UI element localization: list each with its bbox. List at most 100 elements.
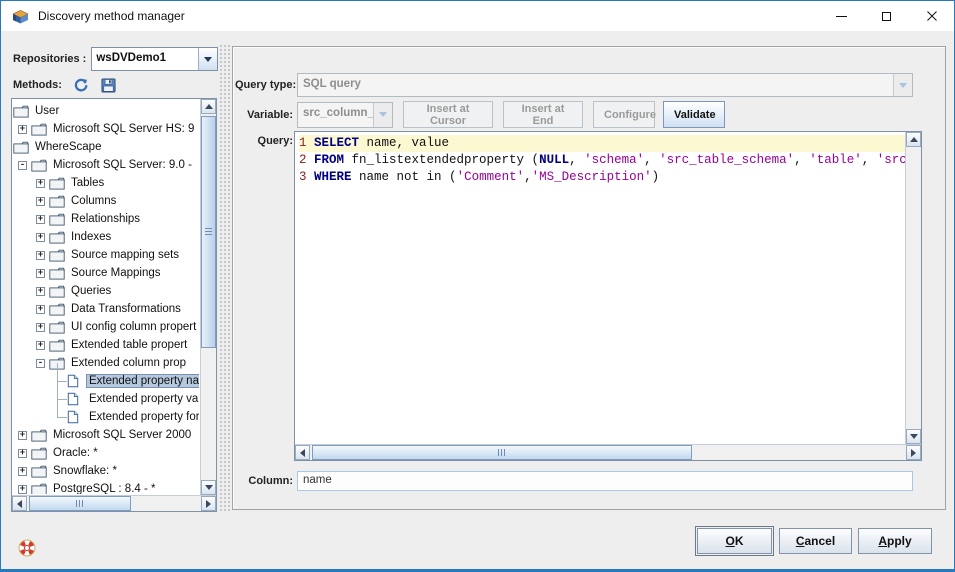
code-token: 'src_ xyxy=(877,153,905,167)
tree-item[interactable]: +Columns xyxy=(13,192,199,210)
tree-item[interactable]: -Microsoft SQL Server: 9.0 - xyxy=(13,156,199,174)
split-pane-divider[interactable] xyxy=(219,44,231,513)
minimize-button[interactable] xyxy=(819,1,864,31)
tree-item[interactable]: +PostgreSQL : 8.4 - * xyxy=(13,480,199,494)
collapse-toggle-icon[interactable]: - xyxy=(18,161,27,170)
expand-toggle-icon[interactable]: + xyxy=(36,287,45,296)
chevron-down-icon[interactable] xyxy=(198,48,217,70)
collapse-toggle-icon[interactable]: - xyxy=(36,359,45,368)
expand-toggle-icon[interactable]: + xyxy=(36,179,45,188)
tree-item[interactable]: +Source Mappings xyxy=(13,264,199,282)
insert-at-end-button[interactable]: Insert at End xyxy=(503,101,583,128)
expand-toggle-icon[interactable]: + xyxy=(18,431,27,440)
tree-item[interactable]: +Indexes xyxy=(13,228,199,246)
expand-toggle-icon[interactable]: + xyxy=(36,269,45,278)
scroll-right-button[interactable] xyxy=(201,496,216,511)
tree-item-label: Extended property format xyxy=(87,411,199,423)
expand-toggle-icon[interactable]: + xyxy=(36,323,45,332)
expand-toggle-icon[interactable]: + xyxy=(18,449,27,458)
tree-item[interactable]: +Microsoft SQL Server HS: 9 xyxy=(13,120,199,138)
apply-button-label: Apply xyxy=(878,534,911,548)
title-bar[interactable]: Discovery method manager xyxy=(1,1,954,31)
expand-toggle-icon[interactable]: + xyxy=(36,341,45,350)
code-token: name not in ( xyxy=(352,170,457,184)
tree-item[interactable]: +Data Transformations xyxy=(13,300,199,318)
insert-at-cursor-button[interactable]: Insert at Cursor xyxy=(403,101,493,128)
tree-item[interactable]: +Extended table propert xyxy=(13,336,199,354)
folder-icon xyxy=(49,338,66,352)
repositories-value: wsDVDemo1 xyxy=(92,48,198,70)
expand-toggle-icon[interactable]: + xyxy=(18,485,27,494)
code-token: name, value xyxy=(359,136,449,150)
refresh-methods-button[interactable] xyxy=(72,76,90,94)
scroll-right-button[interactable] xyxy=(906,445,921,460)
variable-row: Variable: src_column_name Insert at Curs… xyxy=(235,101,725,128)
line-number: 3 xyxy=(299,170,314,184)
tree-item-label: WhereScape xyxy=(33,141,103,153)
maximize-button[interactable] xyxy=(864,1,909,31)
scroll-down-button[interactable] xyxy=(906,429,921,444)
tree-item[interactable]: WhereScape xyxy=(13,138,199,156)
editor-hscroll-thumb[interactable] xyxy=(312,445,692,460)
tree-item[interactable]: +Oracle: * xyxy=(13,444,199,462)
tree-vscroll-thumb[interactable] xyxy=(201,116,216,348)
help-button[interactable] xyxy=(18,539,36,557)
editor-vertical-scrollbar[interactable] xyxy=(905,132,921,444)
variable-combobox[interactable]: src_column_name xyxy=(297,102,393,128)
expand-toggle-icon[interactable]: + xyxy=(36,233,45,242)
column-label: Column: xyxy=(235,475,293,487)
close-button[interactable] xyxy=(909,1,954,31)
tree-item[interactable]: +Microsoft SQL Server 2000 xyxy=(13,426,199,444)
tree-item[interactable]: Extended property value xyxy=(13,390,199,408)
methods-tree: User+Microsoft SQL Server HS: 9 WhereScap… xyxy=(13,100,199,494)
ok-button[interactable]: OK xyxy=(697,528,772,554)
expand-toggle-icon[interactable]: + xyxy=(36,215,45,224)
dialog-content: Repositories : wsDVDemo1 Methods: xyxy=(1,31,954,569)
chevron-down-icon xyxy=(893,74,912,96)
sql-code[interactable]: 1 SELECT name, value2 FROM fn_listextend… xyxy=(296,133,905,444)
expand-toggle-icon[interactable]: + xyxy=(36,251,45,260)
scroll-left-button[interactable] xyxy=(12,496,27,511)
tree-item[interactable]: Extended property format xyxy=(13,408,199,426)
folder-icon xyxy=(31,464,48,478)
tree-vertical-scrollbar[interactable] xyxy=(200,99,216,495)
configure-button[interactable]: Configure xyxy=(593,101,655,128)
expand-toggle-icon[interactable]: + xyxy=(36,305,45,314)
tree-item[interactable]: +Queries xyxy=(13,282,199,300)
cancel-button[interactable]: Cancel xyxy=(779,528,852,554)
tree-item[interactable]: + Snowflake: * xyxy=(13,462,199,480)
save-methods-button[interactable] xyxy=(100,76,118,94)
method-detail-panel: Query type: SQL query Variable: src_colu… xyxy=(232,46,946,510)
tree-item[interactable]: +Tables xyxy=(13,174,199,192)
expand-toggle-icon[interactable]: + xyxy=(36,197,45,206)
repositories-combobox[interactable]: wsDVDemo1 xyxy=(91,47,218,71)
tree-item-label: Snowflake: * xyxy=(51,465,119,477)
chevron-down-icon xyxy=(373,103,392,127)
tree-indent xyxy=(13,354,31,372)
tree-horizontal-scrollbar[interactable] xyxy=(12,495,216,511)
expand-toggle-icon[interactable]: + xyxy=(18,125,27,134)
query-type-combobox[interactable]: SQL query xyxy=(297,73,913,97)
tree-item[interactable]: User xyxy=(13,102,199,120)
expand-toggle-icon[interactable]: + xyxy=(18,467,27,476)
scroll-up-button[interactable] xyxy=(201,99,216,114)
tree-item[interactable]: Extended property name xyxy=(13,372,199,390)
validate-button[interactable]: Validate xyxy=(663,101,725,128)
tree-item[interactable]: +UI config column propert xyxy=(13,318,199,336)
tree-item[interactable]: +Source mapping sets xyxy=(13,246,199,264)
document-icon xyxy=(67,392,84,406)
scroll-up-button[interactable] xyxy=(906,132,921,147)
scroll-down-button[interactable] xyxy=(201,480,216,495)
folder-icon xyxy=(13,104,30,118)
sql-query-editor[interactable]: 1 SELECT name, value2 FROM fn_listextend… xyxy=(294,131,922,461)
document-icon xyxy=(67,410,84,424)
tree-item[interactable]: +Relationships xyxy=(13,210,199,228)
editor-horizontal-scrollbar[interactable] xyxy=(295,444,921,460)
column-field[interactable]: name xyxy=(297,471,913,491)
column-row: Column: name xyxy=(235,471,913,491)
folder-icon xyxy=(49,176,66,190)
scroll-left-button[interactable] xyxy=(295,445,310,460)
tree-hscroll-thumb[interactable] xyxy=(29,496,131,511)
apply-button[interactable]: Apply xyxy=(858,528,932,554)
tree-item[interactable]: -Extended column prop xyxy=(13,354,199,372)
